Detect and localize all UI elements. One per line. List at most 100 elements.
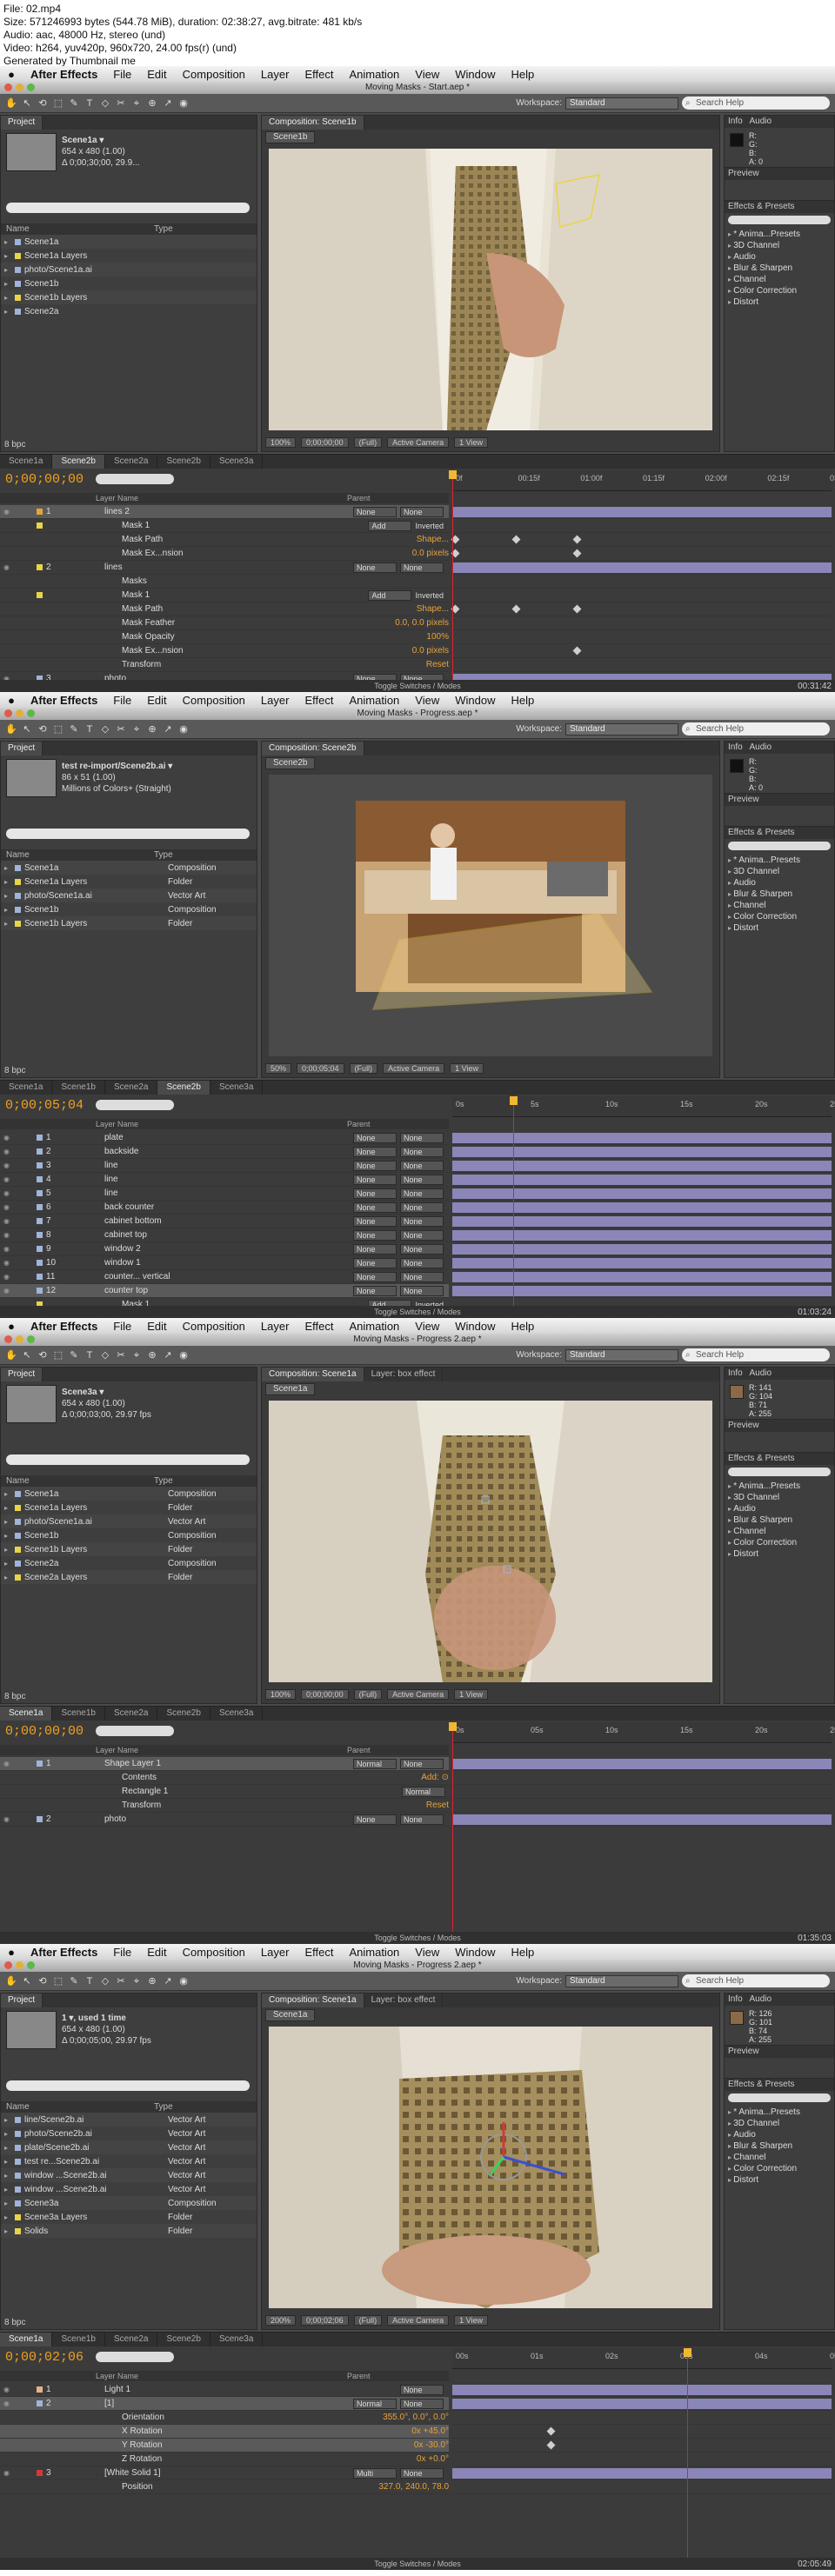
layer-track[interactable]: [452, 561, 832, 575]
layer-mode[interactable]: Multi: [353, 2467, 397, 2479]
disclosure-icon[interactable]: ▸: [4, 2144, 13, 2152]
tool-icon[interactable]: ⌖: [130, 97, 143, 110]
disclosure-icon[interactable]: ▸: [4, 2172, 13, 2180]
minimize-icon[interactable]: [16, 1961, 23, 1969]
project-item[interactable]: ▸ window ...Scene2b.ai Vector Art: [1, 2168, 257, 2182]
layer-track[interactable]: [452, 1242, 832, 1256]
tool-icon[interactable]: ↖: [21, 723, 33, 736]
menu-composition[interactable]: Composition: [175, 1946, 253, 1959]
effects-presets-tab[interactable]: Effects & Presets: [725, 2079, 834, 2091]
property-row[interactable]: Mask Ex...nsion 0.0 pixels: [0, 547, 449, 561]
timeline-tab[interactable]: Scene2a: [105, 1707, 158, 1721]
tool-icon[interactable]: ◇: [99, 1975, 111, 1987]
project-item[interactable]: ▸ Scene2a: [1, 304, 257, 318]
resolution-select[interactable]: (Full): [353, 2315, 383, 2326]
property-value[interactable]: 0.0, 0.0 pixels: [395, 618, 449, 628]
inverted-checkbox-label[interactable]: Inverted: [415, 591, 444, 600]
close-icon[interactable]: [4, 1335, 12, 1343]
eye-icon[interactable]: ◉: [0, 1287, 35, 1295]
app-menu[interactable]: After Effects: [23, 1946, 105, 1959]
project-search-input[interactable]: [6, 203, 250, 213]
tool-icon[interactable]: ✎: [68, 1975, 80, 1987]
keyframe-icon[interactable]: [572, 549, 582, 558]
disclosure-icon[interactable]: ▸: [4, 1518, 13, 1526]
layer-name[interactable]: [1]: [104, 2399, 353, 2408]
eye-icon[interactable]: ◉: [0, 1134, 35, 1142]
layer-mode[interactable]: None: [353, 1188, 397, 1199]
zoom-icon[interactable]: [27, 1961, 35, 1969]
layer-track[interactable]: [452, 1201, 832, 1215]
resolution-select[interactable]: (Full): [353, 437, 383, 448]
layer-mode[interactable]: None: [353, 506, 397, 517]
menu-view[interactable]: View: [407, 1320, 447, 1333]
disclosure-icon[interactable]: ▸: [4, 920, 13, 928]
project-tab[interactable]: Project: [1, 116, 43, 130]
timeline-tab[interactable]: Scene3a: [210, 455, 264, 469]
effect-category[interactable]: Color Correction: [728, 2163, 831, 2174]
layer-track[interactable]: [452, 505, 832, 519]
layer-track[interactable]: [452, 589, 832, 602]
tool-icon[interactable]: ↖: [21, 1349, 33, 1361]
layer-duration-bar[interactable]: [452, 2385, 832, 2395]
effect-category[interactable]: * Anima...Presets: [728, 2107, 831, 2118]
layer-mode[interactable]: None: [353, 1160, 397, 1171]
layer-track[interactable]: [452, 1270, 832, 1284]
menu-animation[interactable]: Animation: [341, 68, 407, 81]
tool-icon[interactable]: ◉: [177, 97, 190, 110]
timeline-tab[interactable]: Scene1a: [0, 1081, 53, 1095]
layer-parent[interactable]: None: [400, 1146, 444, 1157]
layer-duration-bar[interactable]: [452, 2468, 832, 2479]
effect-category[interactable]: Audio: [728, 877, 831, 889]
project-item[interactable]: ▸ Scene1b Layers: [1, 290, 257, 304]
comp-navigator-tab[interactable]: Scene1a: [265, 2009, 316, 2021]
layer-mode[interactable]: None: [353, 1132, 397, 1143]
toggle-switches-modes-button[interactable]: Toggle Switches / Modes: [374, 682, 461, 690]
composition-tab[interactable]: Composition: Scene1a: [262, 1368, 364, 1381]
preview-tab[interactable]: Preview: [725, 2046, 834, 2058]
layer-row[interactable]: ◉ 3 line None None: [0, 1159, 449, 1173]
property-row[interactable]: Mask 1 Add Inverted: [0, 519, 449, 533]
menu-composition[interactable]: Composition: [175, 694, 253, 707]
eye-icon[interactable]: ◉: [0, 1162, 35, 1169]
menu-window[interactable]: Window: [447, 1320, 503, 1333]
layer-mode[interactable]: Add: [368, 589, 412, 601]
menu-layer[interactable]: Layer: [253, 1320, 297, 1333]
keyframe-icon[interactable]: [572, 535, 582, 544]
property-value[interactable]: 0.0 pixels: [412, 549, 449, 558]
property-row[interactable]: Mask Ex...nsion 0.0 pixels: [0, 644, 449, 658]
tool-icon[interactable]: ↖: [21, 1975, 33, 1987]
property-value[interactable]: 355.0°, 0.0°, 0.0°: [383, 2413, 449, 2422]
current-time-display[interactable]: 0;00;00;00: [5, 1724, 84, 1739]
menu-help[interactable]: Help: [503, 68, 542, 81]
current-time-display[interactable]: 0;00;05;04: [5, 1098, 84, 1113]
property-row[interactable]: Contents Add: ⊙: [0, 1771, 449, 1785]
info-tab[interactable]: Info: [728, 742, 743, 752]
column-name-header[interactable]: Name: [6, 849, 154, 861]
layer-track[interactable]: [451, 547, 832, 561]
layer-row[interactable]: ◉ 1 lines 2 None None: [0, 505, 449, 519]
tool-icon[interactable]: ⌖: [130, 1349, 143, 1361]
effect-category[interactable]: Blur & Sharpen: [728, 889, 831, 900]
layer-track[interactable]: [452, 1284, 832, 1298]
layer-duration-bar[interactable]: [452, 2399, 832, 2409]
menu-file[interactable]: File: [105, 1946, 139, 1959]
layer-duration-bar[interactable]: [452, 1133, 832, 1143]
column-layer-name-header[interactable]: Layer Name: [96, 1745, 138, 1755]
layer-mode[interactable]: Normal: [353, 2398, 397, 2409]
viewer-timecode[interactable]: 0;00;00;00: [301, 1689, 349, 1700]
layer-name[interactable]: Mask Ex...nsion: [104, 549, 405, 558]
effect-category[interactable]: Channel: [728, 900, 831, 911]
project-item[interactable]: ▸ plate/Scene2b.ai Vector Art: [1, 2140, 257, 2154]
layer-name[interactable]: counter top: [104, 1286, 353, 1295]
apple-icon[interactable]: ●: [0, 1946, 23, 1959]
layer-duration-bar[interactable]: [452, 1759, 832, 1769]
layer-row[interactable]: ◉ 2 photo None None: [0, 1813, 449, 1827]
layer-duration-bar[interactable]: [452, 1244, 832, 1255]
layer-track[interactable]: [451, 602, 832, 616]
project-item[interactable]: ▸ Scene1b: [1, 276, 257, 290]
layer-duration-bar[interactable]: [452, 1188, 832, 1199]
tool-icon[interactable]: ⊕: [146, 97, 158, 110]
menu-animation[interactable]: Animation: [341, 694, 407, 707]
layer-name[interactable]: line: [104, 1161, 353, 1170]
layer-track[interactable]: [451, 533, 832, 547]
